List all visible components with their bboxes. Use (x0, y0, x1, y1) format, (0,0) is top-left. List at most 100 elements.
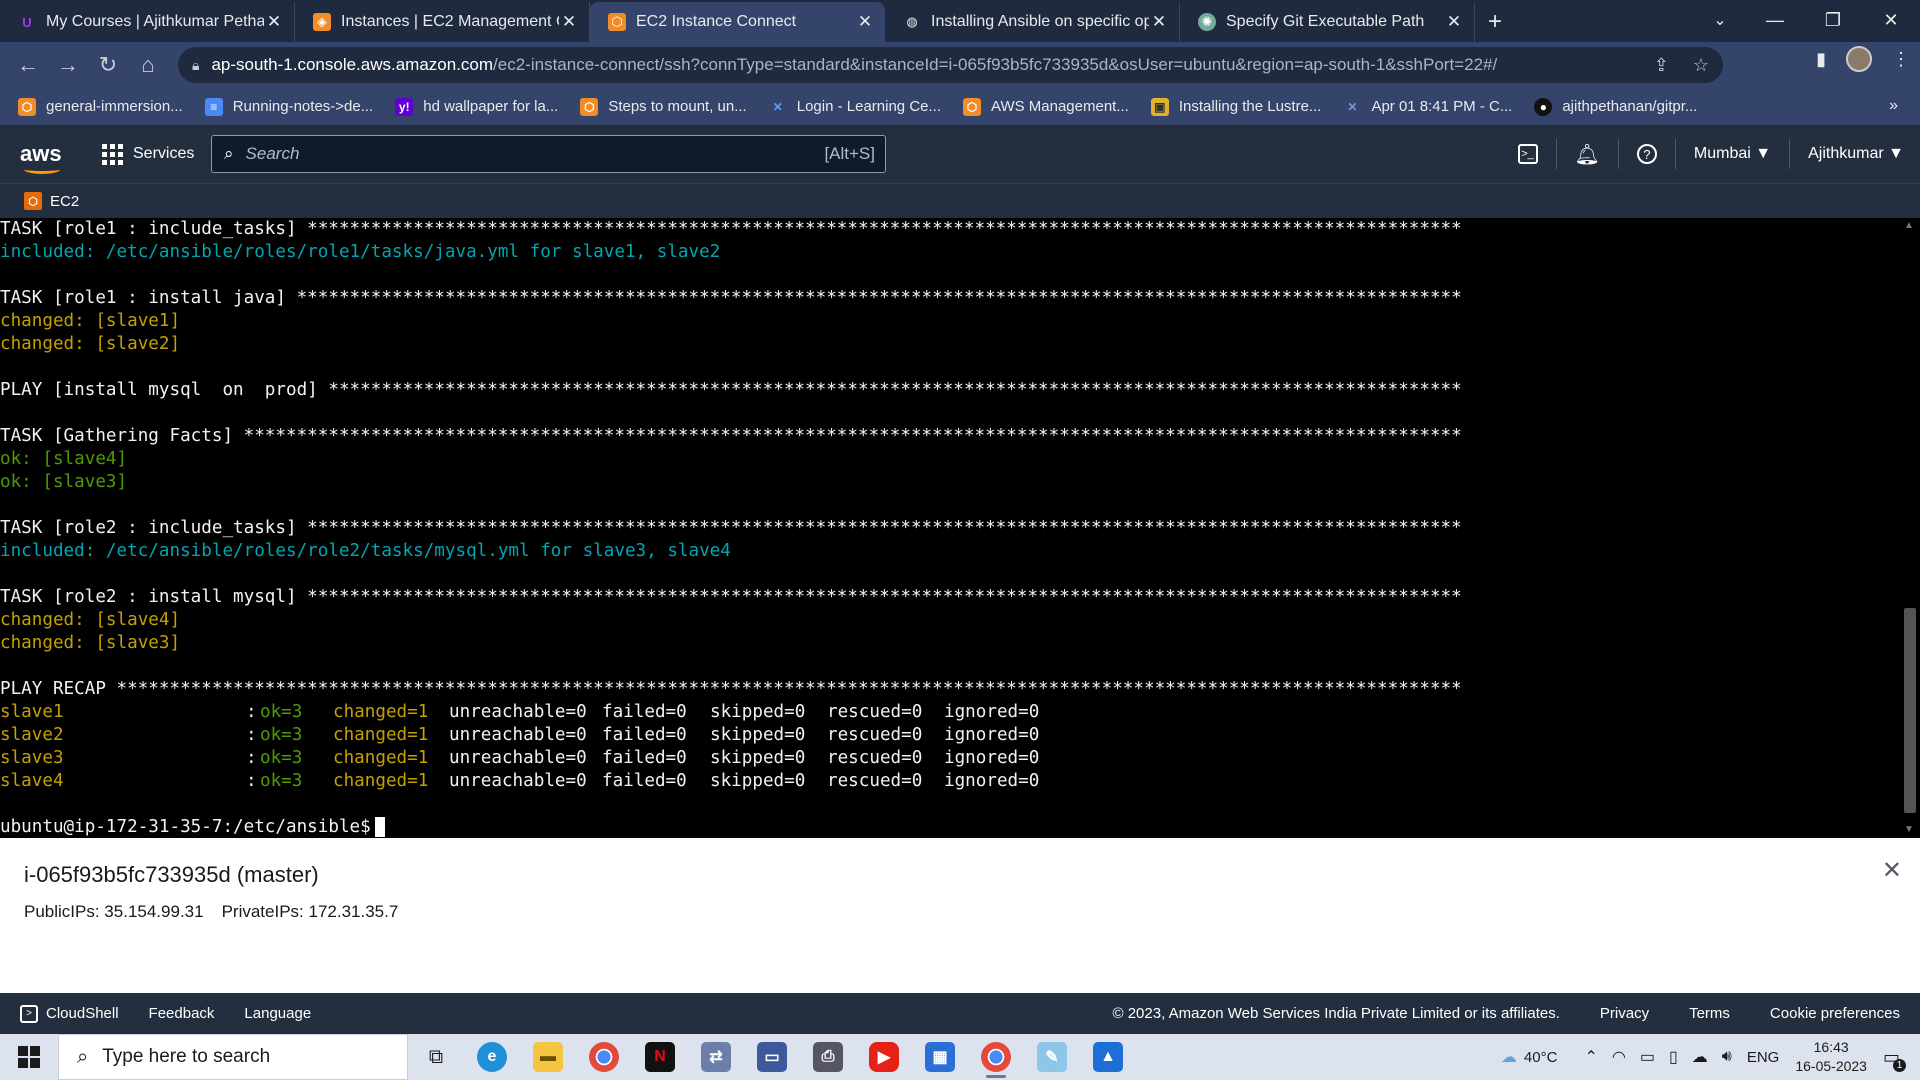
public-ips: PublicIPs: 35.154.99.31 (24, 902, 204, 921)
language-indicator[interactable]: ENG (1747, 1049, 1780, 1066)
recap-host: slave2 (0, 725, 64, 745)
printer-app-icon[interactable]: ⎙ (800, 1034, 856, 1080)
grid-icon (102, 143, 123, 165)
wifi-icon[interactable]: ◠ (1612, 1047, 1626, 1067)
copyright-text: © 2023, Amazon Web Services India Privat… (1112, 1005, 1560, 1022)
bookmark-item[interactable]: ≡ Running-notes->de... (204, 97, 373, 116)
bookmark-star-icon[interactable]: ☆ (1693, 55, 1709, 76)
file-explorer-icon[interactable]: ▬ (520, 1034, 576, 1080)
terminal-line: TASK [role2 : install mysql] ***********… (0, 587, 1462, 607)
bookmark-item[interactable]: ⬡ Steps to mount, un... (580, 97, 747, 116)
terminal-scrollbar[interactable]: ▲ ▼ (1900, 218, 1920, 838)
chrome-profile-icon[interactable] (968, 1034, 1024, 1080)
ec2-link[interactable]: EC2 (50, 193, 79, 210)
aws-search-input[interactable]: ⌕ Search [Alt+S] (211, 135, 886, 173)
feedback-link[interactable]: Feedback (149, 1005, 215, 1022)
tab-udemy[interactable]: U My Courses | Ajithkumar Pethanan ✕ (0, 2, 295, 42)
close-icon[interactable]: ✕ (855, 12, 875, 32)
aws-logo[interactable]: aws (20, 141, 72, 174)
address-bar[interactable]: 🔒︎ ap-south-1.console.aws.amazon.com/ec2… (178, 47, 1723, 83)
udemy-icon: U (22, 14, 32, 30)
restore-icon[interactable]: ❐ (1804, 0, 1862, 40)
forward-icon[interactable]: → (48, 45, 88, 85)
docs-icon: ≡ (204, 97, 223, 116)
notifications-icon[interactable]: ▭ 1 (1883, 1047, 1906, 1072)
windows-logo-icon (18, 1046, 40, 1068)
language-link[interactable]: Language (244, 1005, 311, 1022)
taskbar-search-input[interactable]: ⌕ Type here to search (58, 1034, 408, 1080)
start-button[interactable] (0, 1034, 58, 1080)
bookmark-item[interactable]: ▣ Installing the Lustre... (1150, 97, 1321, 116)
scroll-up-icon[interactable]: ▲ (1904, 220, 1914, 231)
chrome-icon[interactable] (576, 1034, 632, 1080)
reload-icon[interactable]: ↻ (88, 45, 128, 85)
prompt-line[interactable]: ubuntu@ip-172-31-35-7:/etc/ansible$ (0, 816, 1900, 838)
bell-icon[interactable]: 🔔︎ (1575, 142, 1600, 167)
terms-link[interactable]: Terms (1689, 1005, 1730, 1022)
tab-ec2-instances[interactable]: ◈ Instances | EC2 Management Console ✕ (295, 2, 590, 42)
home-icon[interactable]: ⌂ (128, 45, 168, 85)
bookmark-item[interactable]: ✕ Apr 01 8:41 PM - C... (1343, 98, 1512, 116)
clock[interactable]: 16:43 16-05-2023 (1795, 1038, 1867, 1076)
new-tab-button[interactable]: + (1475, 2, 1515, 42)
tab-installing-ansible[interactable]: ◍ Installing Ansible on specific operati… (885, 2, 1180, 42)
network-app-icon[interactable]: ⇄ (688, 1034, 744, 1080)
divider (1789, 139, 1791, 169)
device-icon[interactable]: ▯ (1669, 1047, 1678, 1067)
close-icon[interactable]: ✕ (559, 12, 579, 32)
close-window-icon[interactable]: ✕ (1862, 0, 1920, 40)
battery-icon[interactable]: ▭ (1640, 1047, 1655, 1067)
cloudshell-icon[interactable]: >_ (1517, 144, 1538, 164)
chevron-up-icon[interactable]: ⌃ (1584, 1047, 1597, 1067)
terminal[interactable]: TASK [role1 : include_tasks] ***********… (0, 218, 1920, 838)
close-icon[interactable]: ✕ (1149, 12, 1169, 32)
scroll-thumb[interactable] (1904, 608, 1916, 813)
tab-ec2-instance-connect[interactable]: ⬡ EC2 Instance Connect ✕ (590, 2, 885, 42)
bookmark-item[interactable]: ⬡ AWS Management... (963, 97, 1129, 116)
minimize-icon[interactable]: — (1746, 0, 1804, 40)
photos-icon[interactable]: ▲ (1080, 1034, 1136, 1080)
ec2-icon: ⬡ (24, 192, 42, 210)
terminal-output: TASK [role1 : include_tasks] ***********… (0, 218, 1900, 838)
window-controls: — ❐ ✕ (1746, 0, 1920, 40)
lock-icon[interactable]: 🔒︎ (192, 57, 199, 74)
close-icon[interactable]: ✕ (264, 12, 284, 32)
bookmark-item[interactable]: ⬡ general-immersion... (18, 97, 183, 116)
services-menu-button[interactable]: Services (102, 143, 194, 165)
onedrive-icon[interactable]: ☁ (1692, 1047, 1708, 1067)
edge-icon[interactable]: e (464, 1034, 520, 1080)
close-icon[interactable]: ✕ (1882, 856, 1902, 885)
task-view-icon[interactable]: ⧉ (408, 1034, 464, 1080)
back-icon[interactable]: ← (8, 45, 48, 85)
privacy-link[interactable]: Privacy (1600, 1005, 1649, 1022)
tab-search-icon[interactable]: ⌄ (1700, 0, 1740, 40)
close-icon[interactable]: ✕ (1444, 12, 1464, 32)
cloudshell-link[interactable]: > CloudShell (20, 1004, 119, 1023)
menu-icon[interactable]: ⋮ (1892, 49, 1910, 70)
notepad-icon[interactable]: ✎ (1024, 1034, 1080, 1080)
weather-temp[interactable]: 40°C (1524, 1049, 1558, 1066)
windows-taskbar: ⌕ Type here to search ⧉ e ▬ N ⇄ ▭ ⎙ ▶ ▦ … (0, 1034, 1920, 1080)
help-icon[interactable]: ? (1636, 144, 1657, 164)
cookie-preferences-link[interactable]: Cookie preferences (1770, 1005, 1900, 1022)
tab-specify-git-path[interactable]: ✺ Specify Git Executable Path ✕ (1180, 2, 1475, 42)
scroll-down-icon[interactable]: ▼ (1904, 824, 1914, 835)
store-icon[interactable]: ▦ (912, 1034, 968, 1080)
bookmark-item[interactable]: ● ajithpethanan/gitpr... (1534, 97, 1697, 116)
bookmark-item[interactable]: y! hd wallpaper for la... (395, 97, 558, 116)
region-selector[interactable]: Mumbai ▼ (1694, 145, 1771, 163)
package-icon: ▣ (1150, 97, 1169, 116)
account-menu[interactable]: Ajithkumar ▼ (1808, 145, 1904, 163)
more-bookmarks-icon[interactable]: » (1889, 97, 1898, 115)
side-panel-icon[interactable]: ▮ (1816, 49, 1826, 70)
weather-icon[interactable]: ☁ (1501, 1047, 1517, 1067)
bookmark-item[interactable]: ✕ Login - Learning Ce... (769, 98, 941, 116)
profile-avatar[interactable] (1846, 46, 1872, 72)
volume-icon[interactable]: 🔊︎ (1722, 1048, 1732, 1066)
youtube-icon[interactable]: ▶ (856, 1034, 912, 1080)
monitor-app-icon[interactable]: ▭ (744, 1034, 800, 1080)
terminal-line: changed: [slave1] (0, 311, 181, 331)
netflix-icon[interactable]: N (632, 1034, 688, 1080)
share-icon[interactable]: ⇪ (1654, 55, 1669, 76)
